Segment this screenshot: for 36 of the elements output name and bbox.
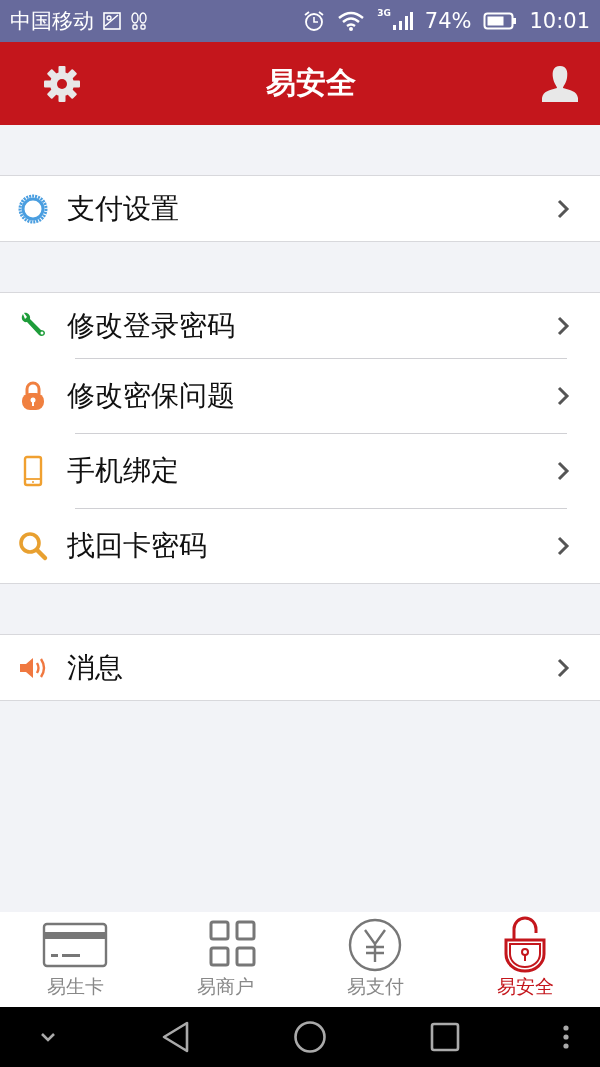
wifi-icon [337,10,366,32]
tab[interactable]: 易安全 [450,912,600,1007]
alarm-clock-icon [303,10,326,32]
battery-percent: 74% [424,9,472,33]
list-item[interactable]: 修改登录密码 [0,293,600,358]
home-icon[interactable] [293,1020,327,1054]
chevron-icon [556,314,570,337]
network-label: 3G [377,8,391,18]
chevron-icon [556,534,570,557]
list-item[interactable]: 手机绑定 [0,433,600,508]
tab[interactable]: 易商户 [150,912,300,1007]
clock-time: 10:01 [529,9,590,33]
carrier-name: 中国移动 [10,8,94,35]
screen-title: 易安全 [266,64,356,102]
image-icon [102,11,122,31]
list-item[interactable]: 修改密保问题 [0,358,600,433]
list-item[interactable]: 支付设置 [0,176,600,241]
search-icon [17,529,49,562]
battery-icon [483,11,518,31]
back-icon[interactable] [160,1020,191,1054]
chevron-down-icon[interactable] [38,1030,58,1044]
gear-ring-icon [17,192,49,225]
chevron-icon [556,656,570,679]
signal-icon [390,10,413,32]
more-icon[interactable] [562,1024,570,1050]
recents-icon[interactable] [429,1022,460,1052]
tab[interactable]: 易支付 [300,912,450,1007]
footprints-icon [130,11,148,31]
user-icon[interactable] [540,63,580,104]
chevron-icon [556,197,570,220]
chevron-icon [556,459,570,482]
list-item[interactable]: 找回卡密码 [0,508,600,583]
tab[interactable]: 易生卡 [0,912,150,1007]
chevron-icon [556,384,570,407]
list-item[interactable]: 消息 [0,635,600,700]
settings-icon[interactable] [42,63,82,104]
